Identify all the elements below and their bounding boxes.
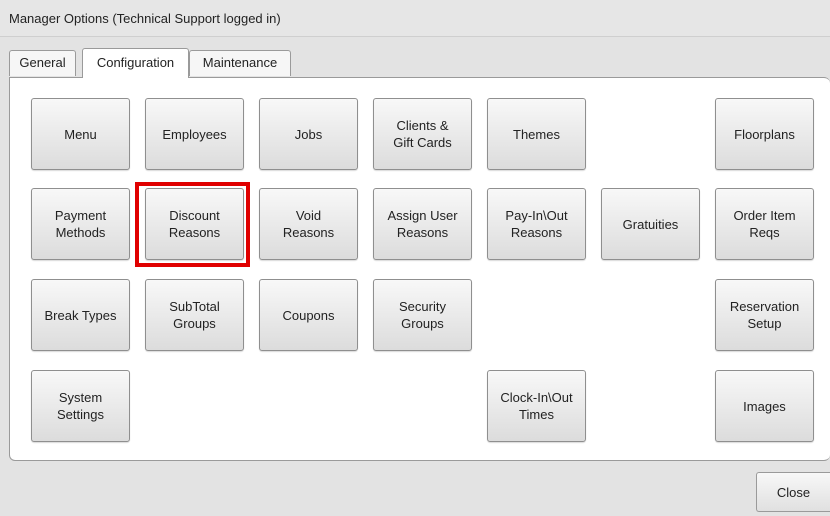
gratuities-button[interactable]: Gratuities: [601, 188, 700, 260]
clock-in-out-times-button[interactable]: Clock-In\Out Times: [487, 370, 586, 442]
images-button[interactable]: Images: [715, 370, 814, 442]
window-client-area: General Configuration Maintenance Menu E…: [0, 37, 830, 516]
jobs-button[interactable]: Jobs: [259, 98, 358, 170]
payment-methods-button[interactable]: Payment Methods: [31, 188, 130, 260]
pay-in-out-reasons-button[interactable]: Pay-In\Out Reasons: [487, 188, 586, 260]
system-settings-button[interactable]: System Settings: [31, 370, 130, 442]
manager-options-window: Manager Options (Technical Support logge…: [0, 0, 830, 516]
floorplans-button[interactable]: Floorplans: [715, 98, 814, 170]
menu-button[interactable]: Menu: [31, 98, 130, 170]
void-reasons-button[interactable]: Void Reasons: [259, 188, 358, 260]
assign-user-reasons-button[interactable]: Assign User Reasons: [373, 188, 472, 260]
reservation-setup-button[interactable]: Reservation Setup: [715, 279, 814, 351]
coupons-button[interactable]: Coupons: [259, 279, 358, 351]
employees-button[interactable]: Employees: [145, 98, 244, 170]
close-button[interactable]: Close: [756, 472, 830, 512]
tab-configuration[interactable]: Configuration: [82, 48, 189, 78]
window-title: Manager Options (Technical Support logge…: [9, 11, 281, 26]
themes-button[interactable]: Themes: [487, 98, 586, 170]
discount-reasons-button[interactable]: Discount Reasons: [145, 188, 244, 260]
order-item-reqs-button[interactable]: Order Item Reqs: [715, 188, 814, 260]
tab-maintenance[interactable]: Maintenance: [189, 50, 291, 76]
clients-gift-cards-button[interactable]: Clients & Gift Cards: [373, 98, 472, 170]
configuration-panel: Menu Employees Jobs Clients & Gift Cards…: [9, 77, 830, 461]
tab-general[interactable]: General: [9, 50, 76, 76]
break-types-button[interactable]: Break Types: [31, 279, 130, 351]
title-bar: Manager Options (Technical Support logge…: [0, 0, 830, 37]
security-groups-button[interactable]: Security Groups: [373, 279, 472, 351]
subtotal-groups-button[interactable]: SubTotal Groups: [145, 279, 244, 351]
